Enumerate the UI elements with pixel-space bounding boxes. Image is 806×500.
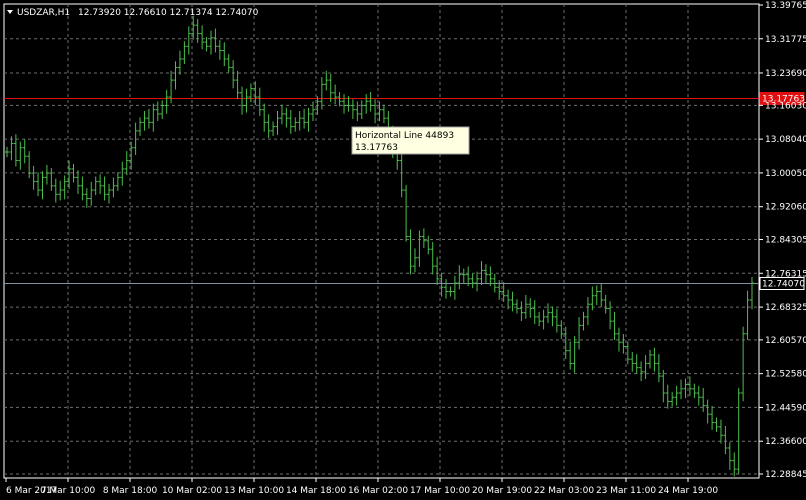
tooltip-line-value: 13.17763 [355,143,398,153]
ohlc-values: 12.73920 12.76610 12.71374 12.74070 [78,8,259,18]
y-tick-label: 13.08040 [765,135,806,145]
y-tick-label: 12.76315 [765,269,806,279]
x-tick-label: 13 Mar 10:00 [224,486,284,496]
x-axis: 6 Mar 20177 Mar 10:00 8 Mar 18:00 10 Mar 0… [5,478,718,496]
x-tick-label: 8 Mar 18:00 [103,486,158,496]
price-chart[interactable]: 13.17763 12.74070 13.39765 13.31775 13.2369… [0,0,806,500]
tooltip: Horizontal Line 44893 13.17763 [351,126,470,155]
x-tick-label: 10 Mar 02:00 [162,486,222,496]
x-tick-label: 7 Mar 10:00 [41,486,96,496]
y-axis: 13.39765 13.31775 13.23690 13.16030 13.08040… [759,1,806,480]
current-price-line-label: 12.74070 [762,280,805,290]
x-tick-label: 22 Mar 03:00 [534,486,594,496]
y-tick-label: 12.36600 [765,437,806,447]
x-tick-label: 14 Mar 18:00 [286,486,346,496]
y-tick-label: 12.68325 [765,303,806,313]
y-tick-label: 13.39765 [765,1,806,11]
y-tick-label: 12.28845 [765,470,806,480]
x-tick-label: 17 Mar 10:00 [410,486,470,496]
y-tick-label: 12.84305 [765,235,806,245]
y-tick-label: 13.00050 [765,169,806,179]
plot-frame [3,3,760,479]
y-tick-label: 13.16030 [765,101,806,111]
y-tick-label: 12.60570 [765,336,806,346]
x-tick-label: 23 Mar 11:00 [596,486,656,496]
y-tick-label: 13.31775 [765,35,806,45]
y-tick-label: 12.52580 [765,370,806,380]
y-tick-label: 12.92060 [765,203,806,213]
chart-header: USDZAR,H1 12.73920 12.76610 12.71374 12.… [7,8,259,18]
y-tick-label: 12.44590 [765,403,806,413]
y-tick-label: 13.23690 [765,69,806,79]
x-tick-label: 24 Mar 19:00 [658,486,718,496]
x-tick-label: 16 Mar 02:00 [348,486,408,496]
chart-window[interactable]: 13.17763 12.74070 13.39765 13.31775 13.2369… [0,0,806,500]
tooltip-line-name: Horizontal Line 44893 [355,131,454,141]
symbol-timeframe: USDZAR,H1 [17,8,70,18]
x-tick-label: 20 Mar 19:00 [472,486,532,496]
